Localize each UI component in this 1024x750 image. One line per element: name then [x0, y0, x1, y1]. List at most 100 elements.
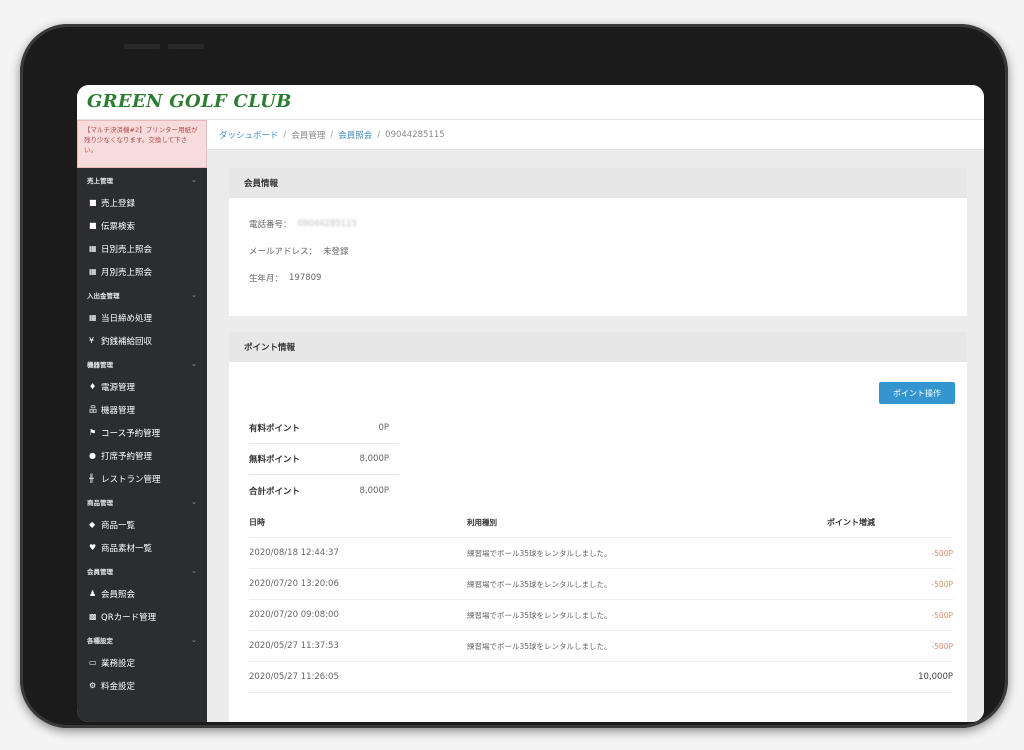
- email-value: 未登録: [323, 246, 349, 257]
- breadcrumb-member-lookup[interactable]: 会員照会: [338, 129, 372, 141]
- table-row: 2020/08/18 12:44:37 練習場でボール35球をレンタルしました。…: [249, 538, 953, 569]
- sidebar-item-member-lookup[interactable]: ♟ 会員照会: [77, 582, 207, 605]
- tablet-volume-button: [124, 44, 160, 49]
- total-points-value: 8,000P: [359, 485, 389, 496]
- breadcrumb-separator: /: [377, 129, 381, 140]
- email-label: メールアドレス：: [249, 246, 318, 257]
- history-type: 練習場でボール35球をレンタルしました。: [467, 579, 612, 589]
- sidebar-item-slip-search[interactable]: ■ 伝票検索: [77, 214, 207, 237]
- sidebar-item-fee-settings[interactable]: ⚙ 料金設定: [77, 674, 207, 697]
- receipt-icon: ■: [89, 198, 97, 207]
- table-row: 2020/05/27 11:26:05 10,000P: [249, 662, 953, 693]
- paid-points-row: 有料ポイント 0P: [249, 413, 399, 444]
- sidebar: 【マルチ決済機#2】プリンター用紙が残り少なくなります。交換して下さい。 売上管…: [77, 120, 207, 722]
- app-logo[interactable]: GREEN GOLF CLUB: [87, 91, 292, 112]
- printer-alert: 【マルチ決済機#2】プリンター用紙が残り少なくなります。交換して下さい。: [77, 120, 207, 168]
- sidebar-section-products[interactable]: 商品管理 ⌄: [77, 490, 207, 513]
- chevron-down-icon: ⌄: [191, 290, 197, 299]
- sidebar-item-sales-register[interactable]: ■ 売上登録: [77, 191, 207, 214]
- point-info-title: ポイント情報: [229, 332, 967, 362]
- history-type: 練習場でボール35球をレンタルしました。: [467, 548, 612, 558]
- target-icon: ●: [89, 451, 96, 460]
- column-header-datetime: 日時: [249, 517, 265, 527]
- breadcrumb-separator: /: [330, 129, 334, 140]
- gear-icon: ⚙: [89, 681, 97, 690]
- history-delta: -500P: [931, 610, 953, 620]
- history-delta: -500P: [931, 641, 953, 651]
- phone-value: 09044285115: [297, 218, 358, 229]
- sidebar-item-product-materials[interactable]: ♥ 商品素材一覧: [77, 536, 207, 559]
- tags-icon: ◆: [89, 520, 96, 529]
- table-row: 2020/05/27 11:37:53 練習場でボール35球をレンタルしました。…: [249, 631, 953, 662]
- paid-points-value: 0P: [378, 423, 389, 433]
- email-row: メールアドレス： 未登録: [229, 237, 967, 264]
- phone-label: 電話番号：: [249, 219, 292, 230]
- sidebar-section-settings[interactable]: 各種設定 ⌄: [77, 628, 207, 651]
- tablet-device-frame: GREEN GOLF CLUB 【マルチ決済機#2】プリンター用紙が残り少なくな…: [20, 24, 1008, 728]
- user-icon: ♟: [89, 589, 97, 598]
- sidebar-item-change-refill[interactable]: ¥ 釣銭補給回収: [77, 329, 207, 352]
- sidebar-section-devices[interactable]: 機器管理 ⌄: [77, 352, 207, 375]
- sidebar-section-cash[interactable]: 入出金管理 ⌄: [77, 283, 207, 306]
- calendar-icon: ▦: [89, 244, 97, 253]
- chevron-down-icon: ⌄: [191, 635, 197, 644]
- free-points-value: 8,000P: [359, 454, 389, 464]
- calendar-icon: ▦: [89, 267, 97, 276]
- sidebar-item-device-mgmt[interactable]: 品機器管理: [77, 398, 207, 421]
- main-content: ダッシュボード / 会員管理 / 会員照会 / 09044285115 会員情報…: [207, 120, 984, 722]
- top-navbar: GREEN GOLF CLUB: [77, 85, 984, 120]
- breadcrumb: ダッシュボード / 会員管理 / 会員照会 / 09044285115: [207, 120, 984, 150]
- chevron-down-icon: ⌄: [191, 566, 197, 575]
- sidebar-section-members[interactable]: 会員管理 ⌄: [77, 559, 207, 582]
- history-datetime: 2020/07/20 09:08:00: [249, 610, 339, 620]
- calendar-icon: ▦: [89, 313, 97, 322]
- chevron-down-icon: ⌄: [191, 359, 197, 368]
- history-type: 練習場でボール35球をレンタルしました。: [467, 610, 612, 620]
- sidebar-section-sales[interactable]: 売上管理 ⌄: [77, 168, 207, 191]
- app-screen: GREEN GOLF CLUB 【マルチ決済機#2】プリンター用紙が残り少なくな…: [77, 85, 984, 722]
- history-datetime: 2020/05/27 11:26:05: [249, 672, 339, 682]
- free-points-row: 無料ポイント 8,000P: [249, 444, 399, 475]
- sitemap-icon: 品: [89, 405, 97, 414]
- table-header-row: 日時 利用種別 ポイント増減: [249, 507, 953, 538]
- plug-icon: ♦: [89, 382, 97, 391]
- breadcrumb-member-mgmt: 会員管理: [291, 130, 326, 141]
- history-datetime: 2020/07/20 13:20:06: [249, 579, 339, 589]
- history-type: 練習場でボール35球をレンタルしました。: [467, 641, 612, 651]
- chevron-down-icon: ⌄: [191, 497, 197, 506]
- sidebar-item-daily-sales[interactable]: ▦ 日別売上照会: [77, 237, 207, 260]
- sidebar-item-course-reservation[interactable]: ⚑ コース予約管理: [77, 421, 207, 444]
- sidebar-item-product-list[interactable]: ◆ 商品一覧: [77, 513, 207, 536]
- table-row: 2020/07/20 09:08:00 練習場でボール35球をレンタルしました。…: [249, 600, 953, 631]
- point-operation-button[interactable]: ポイント操作: [879, 382, 955, 404]
- member-info-card: 会員情報 電話番号： 09044285115 メールアドレス： 未登録 生年月：…: [229, 168, 967, 316]
- history-datetime: 2020/08/18 12:44:37: [249, 548, 339, 558]
- cutlery-icon: ╫: [89, 474, 94, 483]
- breadcrumb-dashboard[interactable]: ダッシュボード: [219, 129, 279, 141]
- sidebar-item-bay-reservation[interactable]: ● 打席予約管理: [77, 444, 207, 467]
- history-delta: -500P: [931, 579, 953, 589]
- sidebar-item-restaurant[interactable]: ╫ レストラン管理: [77, 467, 207, 490]
- sidebar-item-daily-close[interactable]: ▦ 当日締め処理: [77, 306, 207, 329]
- sidebar-item-business-settings[interactable]: ▭ 業務設定: [77, 651, 207, 674]
- column-header-type: 利用種別: [467, 517, 497, 527]
- breadcrumb-separator: /: [283, 129, 287, 140]
- sidebar-item-power[interactable]: ♦ 電源管理: [77, 375, 207, 398]
- birth-value: 197809: [289, 272, 322, 283]
- total-points-row: 合計ポイント 8,000P: [249, 475, 399, 506]
- phone-row: 電話番号： 09044285115: [229, 210, 967, 237]
- point-history-table: 日時 利用種別 ポイント増減 2020/08/18 12:44:37 練習場でボ…: [249, 507, 953, 693]
- flag-icon: ⚑: [89, 428, 97, 437]
- sidebar-item-monthly-sales[interactable]: ▦ 月別売上照会: [77, 260, 207, 283]
- chevron-down-icon: ⌄: [191, 175, 197, 184]
- monitor-icon: ▭: [89, 658, 97, 667]
- breadcrumb-current: 09044285115: [385, 129, 445, 140]
- yen-icon: ¥: [89, 336, 95, 345]
- birth-row: 生年月： 197809: [229, 264, 967, 291]
- birth-label: 生年月：: [249, 273, 284, 284]
- gem-icon: ♥: [89, 543, 97, 552]
- column-header-delta: ポイント増減: [827, 517, 875, 527]
- member-info-title: 会員情報: [229, 168, 967, 198]
- tablet-volume-button: [168, 44, 204, 49]
- sidebar-item-qr-cards[interactable]: ▩ QRカード管理: [77, 605, 207, 628]
